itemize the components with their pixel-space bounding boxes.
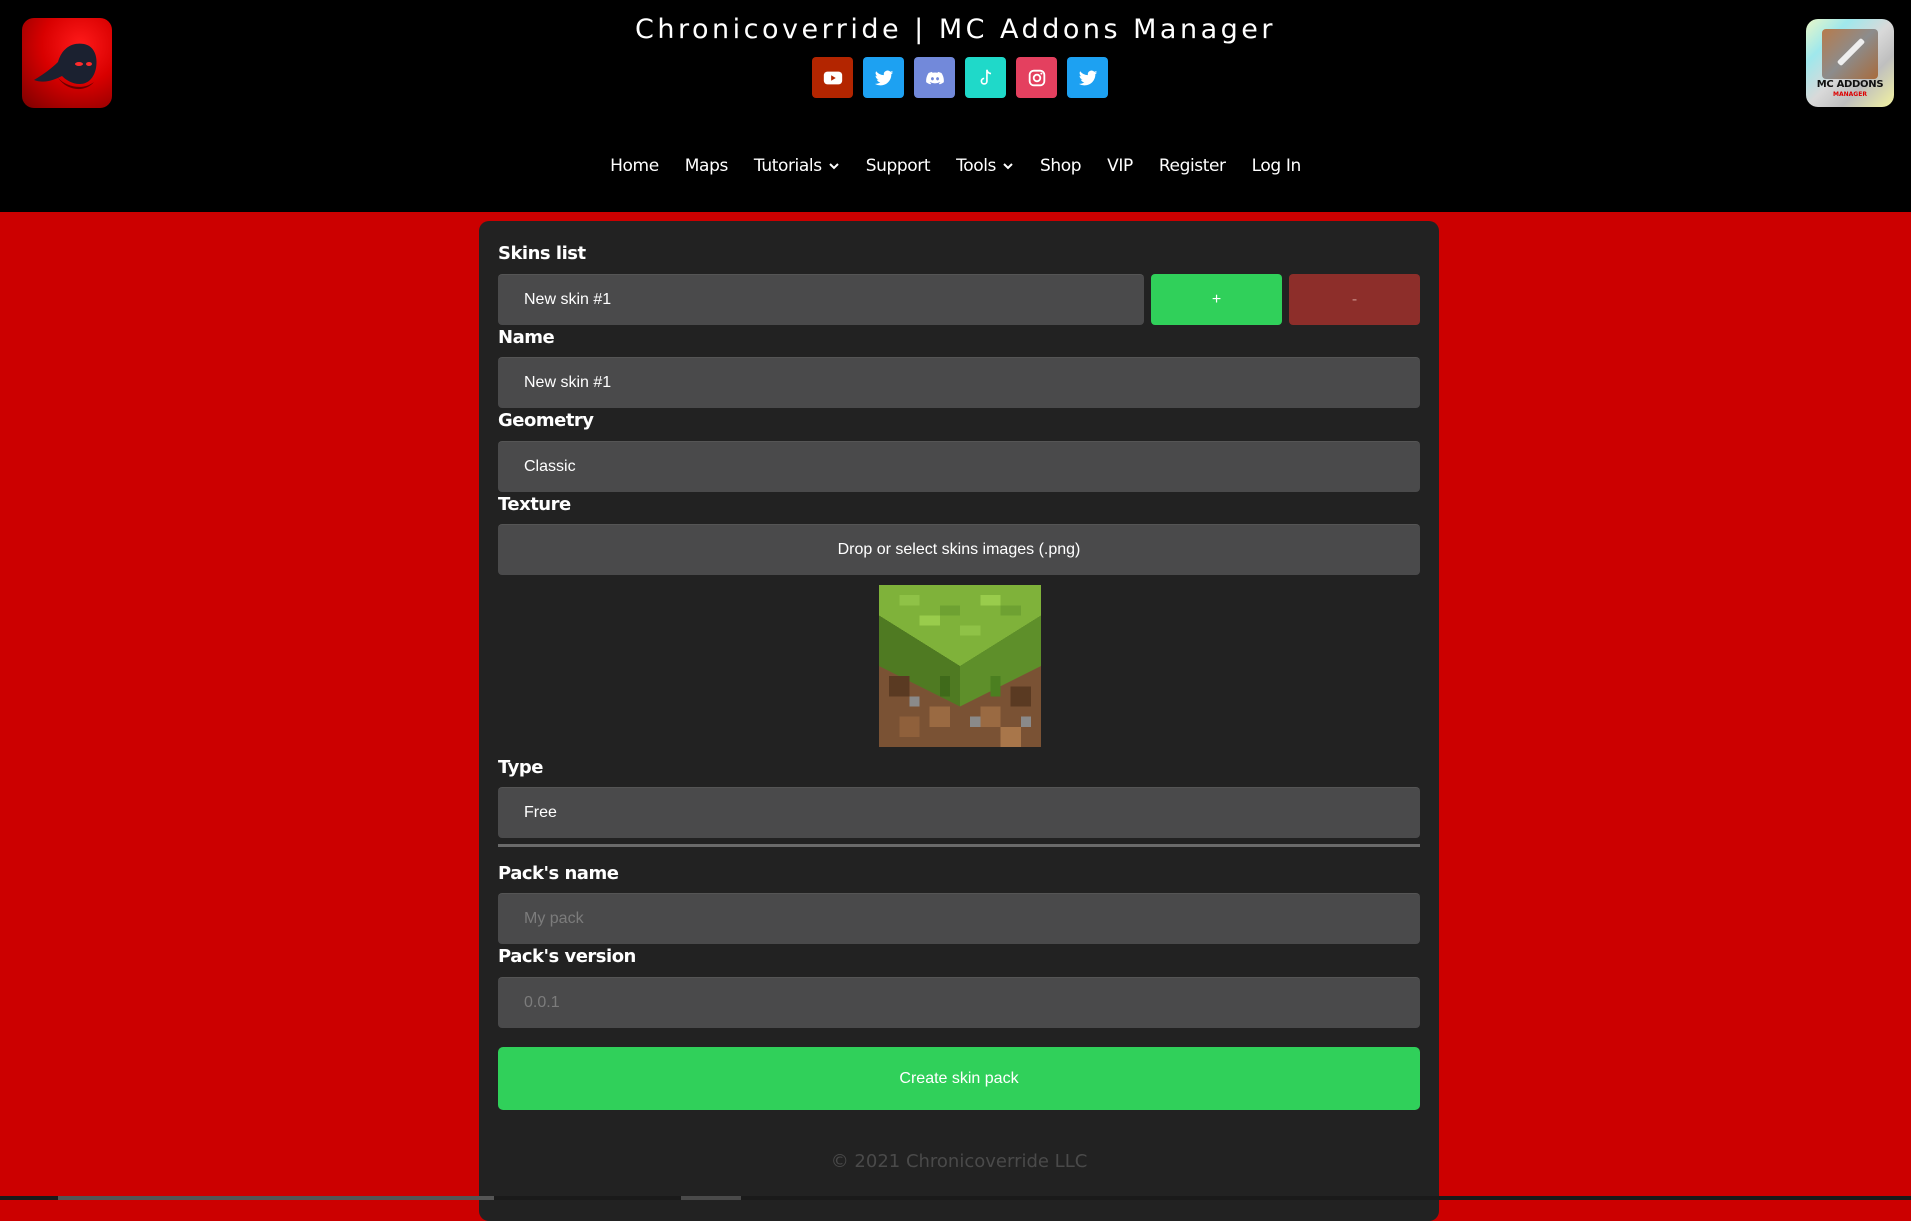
skins-list-label: Skins list (498, 243, 586, 264)
pack-version-label: Pack's version (498, 946, 636, 967)
scrollbar-thumb-secondary[interactable] (681, 1196, 741, 1200)
geometry-select[interactable]: Classic (498, 441, 1420, 492)
scrollbar-thumb[interactable] (58, 1196, 494, 1200)
nav-label: Log In (1251, 156, 1302, 176)
chevron-down-icon (828, 163, 839, 170)
nav-login[interactable]: Log In (1251, 156, 1302, 176)
instagram-link[interactable] (1016, 57, 1057, 98)
chevron-down-icon (1003, 163, 1013, 170)
texture-dropzone[interactable]: Drop or select skins images (.png) (498, 524, 1420, 575)
main-nav: Home Maps Tutorials Support Tools Shop V… (0, 156, 1911, 176)
section-divider (498, 844, 1420, 847)
pack-name-label: Pack's name (498, 863, 619, 884)
logo-text: MC ADDONS (1816, 79, 1884, 90)
pack-name-input[interactable]: My pack (498, 893, 1420, 944)
skin-pack-form: Skins list New skin #1 + - Name New skin… (479, 221, 1439, 1221)
nav-label: Home (610, 156, 659, 176)
twitter-link-2[interactable] (1067, 57, 1108, 98)
type-select[interactable]: Free (498, 787, 1420, 838)
texture-label: Texture (498, 494, 571, 515)
nav-tutorials[interactable]: Tutorials (754, 156, 840, 176)
social-links (812, 57, 1108, 98)
tiktok-link[interactable] (965, 57, 1006, 98)
type-label: Type (498, 757, 543, 778)
nav-label: Register (1158, 156, 1226, 176)
youtube-icon (823, 71, 842, 84)
nav-label: Support (865, 156, 931, 176)
nav-register[interactable]: Register (1159, 156, 1226, 176)
horizontal-scrollbar[interactable] (0, 1196, 1911, 1200)
logo-subtext: MANAGER (1833, 91, 1867, 98)
create-skin-pack-button[interactable]: Create skin pack (498, 1047, 1420, 1110)
site-title: Chronicoverride | MC Addons Manager (635, 14, 1276, 45)
skins-list-select[interactable]: New skin #1 (498, 274, 1144, 325)
nav-label: Tutorials (753, 156, 822, 176)
discord-link[interactable] (914, 57, 955, 98)
name-input[interactable]: New skin #1 (498, 357, 1420, 408)
tiktok-icon (980, 69, 991, 85)
add-skin-button[interactable]: + (1151, 274, 1282, 325)
nav-label: Shop (1039, 156, 1082, 176)
nav-support[interactable]: Support (865, 156, 931, 176)
nav-vip[interactable]: VIP (1107, 156, 1133, 176)
pack-version-input[interactable]: 0.0.1 (498, 977, 1420, 1028)
twitter-icon (1078, 70, 1097, 85)
nav-label: Tools (956, 156, 996, 176)
nav-shop[interactable]: Shop (1039, 156, 1082, 176)
site-header: Chronicoverride | MC Addons Manager MC A… (0, 0, 1911, 212)
grass-block-preview-image (879, 585, 1041, 747)
name-label: Name (498, 327, 555, 348)
twitter-icon (874, 70, 893, 85)
geometry-label: Geometry (498, 410, 594, 431)
nav-home[interactable]: Home (610, 156, 659, 176)
copyright-text: © 2021 Chronicoverride LLC (830, 1151, 1088, 1172)
youtube-link[interactable] (812, 57, 853, 98)
twitter-link[interactable] (863, 57, 904, 98)
nav-label: VIP (1107, 156, 1133, 176)
discord-icon (925, 71, 944, 84)
nav-label: Maps (684, 156, 729, 176)
mc-addons-manager-logo[interactable]: MC ADDONS MANAGER (1806, 19, 1894, 107)
instagram-icon (1028, 69, 1045, 86)
nav-maps[interactable]: Maps (684, 156, 729, 176)
remove-skin-button[interactable]: - (1289, 274, 1420, 325)
nav-tools[interactable]: Tools (956, 156, 1014, 176)
